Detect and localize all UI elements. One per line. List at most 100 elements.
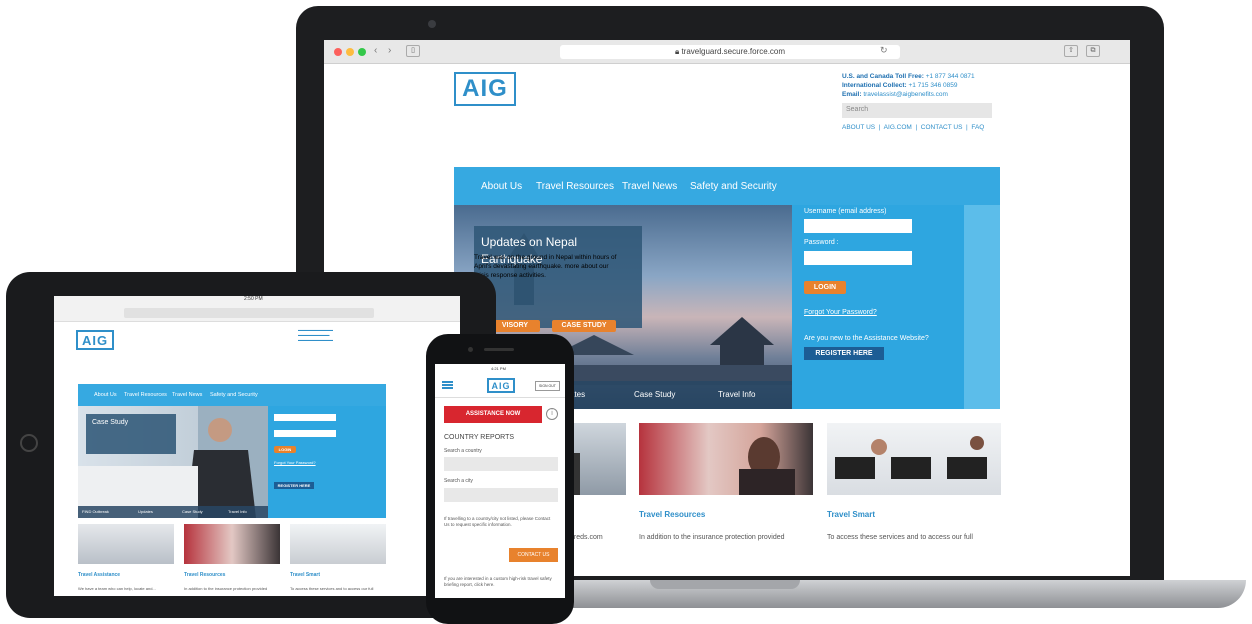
- main-nav: About Us Travel Resources Travel News Sa…: [454, 167, 1000, 205]
- tablet-hero-tab-3[interactable]: Case Study: [182, 509, 203, 514]
- tablet-nav-safety-security[interactable]: Safety and Security: [210, 392, 258, 398]
- login-panel: Username (email address) Password : LOGI…: [792, 205, 964, 409]
- tablet-photo-2[interactable]: [184, 524, 280, 564]
- register-button[interactable]: REGISTER HERE: [804, 347, 884, 360]
- tablet-address-bar[interactable]: [124, 308, 374, 318]
- aig-logo[interactable]: AIG: [76, 330, 114, 350]
- phone-status-bar: 4:21 PM: [435, 364, 565, 372]
- hero-tab-case-study[interactable]: Case Study: [634, 390, 675, 399]
- tablet-hero-tabs: FIND Outbreak Updates Case Study Travel …: [78, 506, 268, 518]
- phone-time: 4:21 PM: [491, 366, 506, 371]
- tablet-photo-1[interactable]: [78, 524, 174, 564]
- nav-travel-resources[interactable]: Travel Resources: [536, 181, 614, 192]
- assistance-now-button[interactable]: ASSISTANCE NOW: [444, 406, 542, 423]
- case-study-button[interactable]: CASE STUDY: [552, 320, 616, 332]
- hamburger-menu-icon[interactable]: [442, 381, 453, 389]
- tollfree-number: +1 877 344 0871: [925, 73, 975, 80]
- country-search-label: Search a country: [444, 448, 482, 454]
- password-input[interactable]: [804, 251, 912, 265]
- tablet-time: 2:50 PM: [244, 296, 263, 302]
- tablet-column-3-title[interactable]: Travel Smart: [290, 572, 320, 578]
- city-search-input[interactable]: [444, 488, 558, 502]
- email-link[interactable]: travelassist@aigbenefits.com: [863, 91, 948, 98]
- tablet-hero-tab-1[interactable]: FIND Outbreak: [82, 509, 109, 514]
- tablet-password-input[interactable]: [274, 430, 336, 437]
- country-reports-heading: COUNTRY REPORTS: [444, 434, 515, 441]
- column-3-title[interactable]: Travel Smart: [827, 510, 875, 519]
- tablet-register-button[interactable]: REGISTER HERE: [274, 482, 314, 489]
- login-button[interactable]: LOGIN: [804, 281, 846, 294]
- tablet-username-input[interactable]: [274, 414, 336, 421]
- column-2-title[interactable]: Travel Resources: [639, 510, 705, 519]
- reload-icon[interactable]: ↻: [880, 45, 888, 56]
- search-input[interactable]: Search: [842, 103, 992, 118]
- tablet-browser-bar: [54, 304, 460, 322]
- tablet-hero-tab-4[interactable]: Travel Info: [228, 509, 247, 514]
- sidebar-icon[interactable]: ▯: [406, 45, 420, 57]
- contact-info: U.S. and Canada Toll Free: +1 877 344 08…: [842, 72, 975, 99]
- intl-label: International Collect:: [842, 82, 907, 89]
- travel-assistance-photo[interactable]: [570, 423, 626, 495]
- tablet-column-3-text: To access these services and to access o…: [290, 586, 374, 591]
- tablet-forgot-link[interactable]: Forgot Your Password?: [274, 460, 316, 465]
- faq-link[interactable]: FAQ: [971, 124, 984, 131]
- url-text: travelguard.secure.force.com: [681, 47, 786, 56]
- forgot-password-link[interactable]: Forgot Your Password?: [804, 309, 877, 316]
- username-input[interactable]: [804, 219, 912, 233]
- tablet-login-button[interactable]: LOGIN: [274, 446, 296, 453]
- country-search-input[interactable]: [444, 457, 558, 471]
- tablet-nav-about-us[interactable]: About Us: [94, 392, 117, 398]
- phone-header: AIG SIGN OUT: [435, 372, 565, 398]
- aig-logo[interactable]: AIG: [454, 72, 516, 106]
- close-window-button[interactable]: [334, 48, 342, 56]
- advisory-button[interactable]: VISORY: [490, 320, 540, 332]
- phone-speaker: [484, 348, 514, 351]
- tablet-login-panel: LOGIN Forgot Your Password? REGISTER HER…: [268, 406, 386, 518]
- tablet-column-2-title[interactable]: Travel Resources: [184, 572, 225, 578]
- password-label: Password :: [804, 239, 839, 246]
- nav-safety-security[interactable]: Safety and Security: [690, 181, 777, 192]
- tablet-nav-travel-news[interactable]: Travel News: [172, 392, 202, 398]
- maximize-window-button[interactable]: [358, 48, 366, 56]
- email-label: Email:: [842, 91, 862, 98]
- column-1-text: ureds.com: [570, 534, 603, 541]
- tablet-contact-info: ▬▬▬▬▬▬▬▬▬▬ ▬▬▬▬▬▬▬▬▬ ▬▬▬▬▬▬▬▬▬▬: [298, 328, 333, 342]
- tablet-column-2-text: In addition to the insurance protection …: [184, 586, 268, 591]
- contact-note: If travelling to a country/city not list…: [444, 516, 551, 527]
- nav-about-us[interactable]: About Us: [481, 181, 522, 192]
- address-bar[interactable]: 🔒︎ travelguard.secure.force.com: [560, 45, 900, 59]
- hero-text: Travel was on the ground in Nepal within…: [474, 254, 617, 279]
- tabs-icon[interactable]: ⧉: [1086, 45, 1100, 57]
- contact-us-button[interactable]: CONTACT US: [509, 548, 558, 562]
- contact-us-link[interactable]: CONTACT US: [921, 124, 963, 131]
- nav-travel-news[interactable]: Travel News: [622, 181, 677, 192]
- custom-report-text: If you are interested in a custom high-r…: [444, 576, 552, 587]
- forward-icon[interactable]: ›: [388, 45, 391, 56]
- tablet-home-button[interactable]: [20, 434, 38, 452]
- back-icon[interactable]: ‹: [374, 45, 377, 56]
- intl-number: +1 715 346 0859: [908, 82, 958, 89]
- aig-logo[interactable]: AIG: [487, 378, 515, 393]
- browser-toolbar: ‹ › ▯ ≡ 🔒︎ travelguard.secure.force.com …: [324, 40, 1130, 64]
- city-search-label: Search a city: [444, 478, 473, 484]
- tablet-main-nav: About Us Travel Resources Travel News Sa…: [78, 384, 386, 406]
- info-icon[interactable]: i: [546, 408, 558, 420]
- login-panel-edge: [964, 205, 1000, 409]
- tablet-status-bar: 2:50 PM: [54, 296, 460, 304]
- tablet-photo-3[interactable]: [290, 524, 386, 564]
- minimize-window-button[interactable]: [346, 48, 354, 56]
- tollfree-label: U.S. and Canada Toll Free:: [842, 73, 924, 80]
- column-3-text: To access these services and to access o…: [827, 534, 973, 541]
- tablet-column-1-title[interactable]: Travel Assistance: [78, 572, 120, 578]
- tablet-nav-travel-resources[interactable]: Travel Resources: [124, 392, 167, 398]
- hero-tab-travel-info[interactable]: Travel Info: [718, 390, 756, 399]
- column-2-text: In addition to the insurance protection …: [639, 534, 785, 541]
- about-us-link[interactable]: ABOUT US: [842, 124, 875, 131]
- travel-resources-photo[interactable]: [639, 423, 813, 495]
- sign-out-button[interactable]: SIGN OUT: [535, 381, 560, 391]
- aig-com-link[interactable]: AIG.COM: [884, 124, 912, 131]
- tablet-hero[interactable]: Case Study FIND Outbreak Updates Case St…: [78, 406, 268, 518]
- share-icon[interactable]: ⇧: [1064, 45, 1078, 57]
- travel-smart-photo[interactable]: [827, 423, 1001, 495]
- tablet-hero-tab-2[interactable]: Updates: [138, 509, 153, 514]
